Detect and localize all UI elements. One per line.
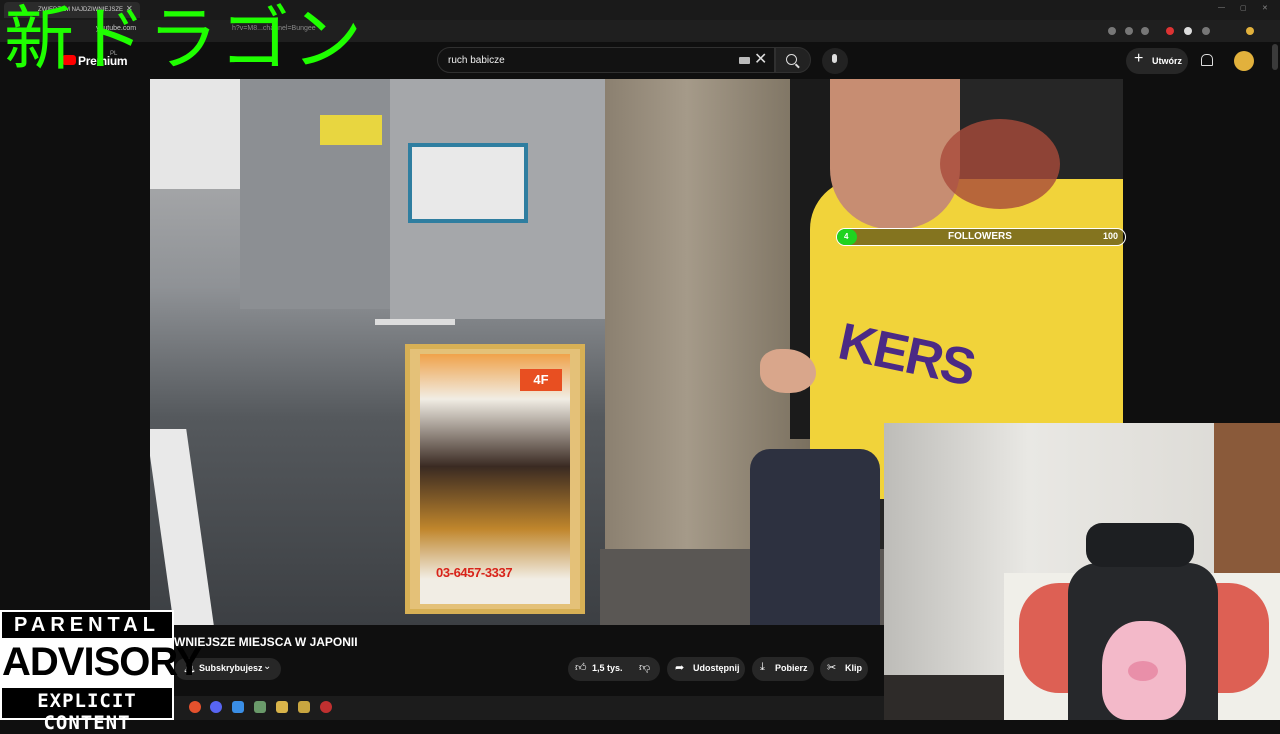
advisory-middle-text: ADVISORY bbox=[2, 640, 202, 684]
neck-tattoo bbox=[940, 119, 1060, 209]
search-icon[interactable] bbox=[786, 54, 797, 65]
scrollbar[interactable] bbox=[1272, 44, 1278, 70]
plus-icon[interactable]: + bbox=[1134, 50, 1143, 68]
obs-icon[interactable] bbox=[298, 701, 310, 713]
followers-label: FOLLOWERS bbox=[948, 231, 1012, 242]
followers-current-count: 4 bbox=[844, 232, 849, 241]
subscribe-button-label[interactable]: Subskrybujesz bbox=[199, 663, 263, 673]
dragon-overlay-text: 新ドラゴン bbox=[4, 0, 364, 80]
extensions-puzzle-icon[interactable] bbox=[1202, 27, 1210, 35]
pig-snout bbox=[1128, 661, 1158, 681]
poster-phone-number: 03-6457-3337 bbox=[436, 565, 513, 580]
app-icon[interactable] bbox=[254, 701, 266, 713]
advisory-top-text: PARENTAL bbox=[14, 614, 160, 636]
create-button-label[interactable]: Utwórz bbox=[1152, 56, 1182, 66]
scissors-icon[interactable]: ✂ bbox=[827, 661, 836, 674]
poster-floor-badge: 4F bbox=[520, 369, 562, 391]
extension-red-icon[interactable] bbox=[1166, 27, 1174, 35]
profile-icon[interactable] bbox=[1246, 27, 1254, 35]
chrome-icon[interactable] bbox=[189, 701, 201, 713]
notifications-bell-icon[interactable] bbox=[1201, 54, 1213, 66]
chevron-down-icon[interactable]: ⌄ bbox=[263, 661, 271, 672]
video-title: WNIEJSZE MIEJSCA W JAPONII bbox=[174, 635, 358, 649]
clip-label[interactable]: Klip bbox=[845, 663, 862, 673]
like-count[interactable]: 1,5 tys. bbox=[592, 663, 623, 673]
chair-headrest bbox=[1086, 523, 1194, 567]
window-close-icon[interactable]: ✕ bbox=[1262, 4, 1268, 12]
share-label[interactable]: Udostępnij bbox=[693, 663, 740, 673]
discord-icon[interactable] bbox=[210, 701, 222, 713]
hand bbox=[760, 349, 816, 393]
keyboard-icon[interactable] bbox=[739, 57, 750, 64]
thumbs-down-icon[interactable]: 👎︎ bbox=[639, 661, 650, 674]
download-label[interactable]: Pobierz bbox=[775, 663, 808, 673]
window-minimize-icon[interactable]: — bbox=[1218, 4, 1225, 11]
followers-goal-count: 100 bbox=[1103, 231, 1119, 241]
search-input-value[interactable]: ruch babicze bbox=[448, 55, 505, 66]
photos-icon[interactable] bbox=[232, 701, 244, 713]
zoom-icon[interactable] bbox=[1125, 27, 1133, 35]
thumbs-up-icon[interactable]: 👍︎ bbox=[575, 661, 587, 674]
extension-white-icon[interactable] bbox=[1184, 27, 1192, 35]
building-left bbox=[240, 79, 390, 309]
media-app-icon[interactable] bbox=[320, 701, 332, 713]
share-icon[interactable]: ➦ bbox=[675, 661, 684, 674]
road-marking bbox=[375, 319, 455, 325]
cast-icon[interactable] bbox=[1108, 27, 1116, 35]
webcam-overlay bbox=[884, 423, 1280, 720]
window-maximize-icon[interactable]: ▢ bbox=[1240, 4, 1247, 12]
clear-search-icon[interactable]: ✕ bbox=[754, 51, 767, 69]
bookmark-star-icon[interactable] bbox=[1141, 27, 1149, 35]
sky bbox=[150, 79, 240, 189]
building-sign bbox=[408, 143, 528, 223]
advisory-bottom-text: EXPLICIT CONTENT bbox=[37, 690, 137, 734]
checkered-bag bbox=[750, 449, 880, 625]
desk-edge bbox=[884, 675, 1004, 720]
microphone-icon[interactable] bbox=[832, 54, 837, 63]
download-icon[interactable]: ⤓ bbox=[760, 661, 765, 674]
yellow-sign bbox=[320, 115, 382, 145]
avatar[interactable] bbox=[1234, 51, 1254, 71]
folder-icon[interactable] bbox=[276, 701, 288, 713]
